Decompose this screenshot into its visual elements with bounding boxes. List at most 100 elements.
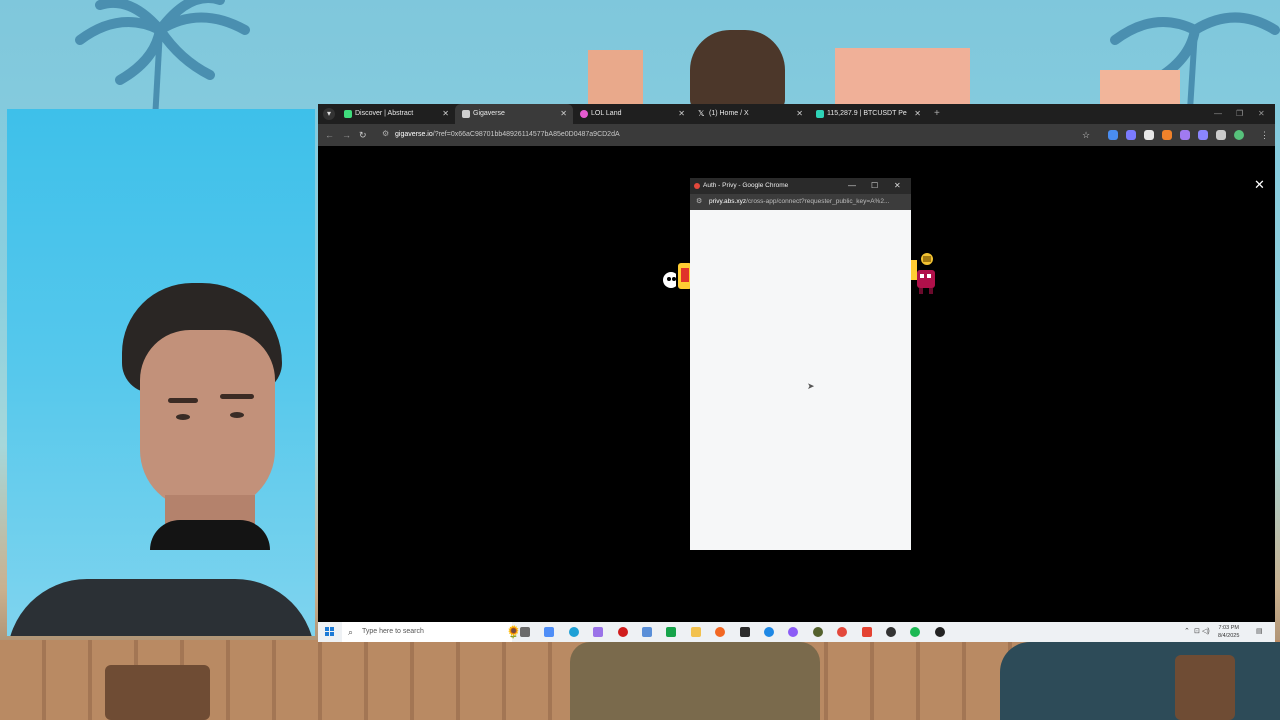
auth-popup-window: Auth - Privy - Google Chrome — ☐ ✕ ⚙ pri… <box>690 178 911 550</box>
todoist-icon[interactable] <box>861 627 872 637</box>
tab-close-icon[interactable]: ✕ <box>560 104 567 124</box>
tray-overflow-icon[interactable]: ⌃ <box>1184 622 1190 642</box>
popup-title: Auth - Privy - Google Chrome <box>703 182 789 189</box>
notifications-icon[interactable]: ▤ <box>1256 622 1263 642</box>
extensions-icon[interactable] <box>1216 130 1226 140</box>
tab-label: LOL Land <box>591 110 622 117</box>
popup-close-button[interactable]: ✕ <box>894 178 901 194</box>
mouse-cursor-icon: ➤ <box>807 381 815 391</box>
address-text: gigaverse.io/?ref=0x66aC98701bb489261145… <box>395 131 620 138</box>
lolland-favicon-icon <box>580 110 588 118</box>
photos-icon[interactable] <box>593 627 604 637</box>
translate-ext-icon[interactable] <box>1108 130 1118 140</box>
btc-favicon-icon <box>816 110 824 118</box>
popup-chrome-icon <box>694 183 700 189</box>
shield-ext-icon[interactable] <box>1180 130 1190 140</box>
popup-minimize-button[interactable]: — <box>848 178 856 194</box>
popup-title-bar: Auth - Privy - Google Chrome — ☐ ✕ <box>690 178 911 194</box>
tab-close-icon[interactable]: ✕ <box>914 104 921 124</box>
boat-decoration <box>1000 642 1280 720</box>
explorer-icon[interactable] <box>690 627 701 637</box>
firefox-icon[interactable] <box>715 627 726 637</box>
windows-logo-icon <box>330 632 334 636</box>
tab-lol-land[interactable]: LOL Land ✕ <box>573 104 691 124</box>
webcam-person-eye <box>230 412 244 418</box>
forward-icon[interactable]: → <box>342 128 351 142</box>
close-button[interactable]: ✕ <box>1258 104 1265 124</box>
tab-search-button[interactable]: ▾ <box>323 108 335 120</box>
puzzle-ext-icon[interactable] <box>1126 130 1136 140</box>
taskbar-clock[interactable]: 7:03 PM 8/4/2025 <box>1218 624 1239 640</box>
tab-close-icon[interactable]: ✕ <box>442 104 449 124</box>
menu-icon[interactable]: ⋮ <box>1260 128 1269 142</box>
minimize-button[interactable]: — <box>1214 104 1222 124</box>
github-icon[interactable] <box>934 627 945 637</box>
site-info-icon[interactable]: ⚙ <box>696 194 702 210</box>
start-button[interactable] <box>325 627 335 637</box>
background-character-head <box>690 30 785 110</box>
dock-post <box>105 665 210 720</box>
popup-maximize-button[interactable]: ☐ <box>871 178 878 194</box>
gigaverse-favicon-icon <box>462 110 470 118</box>
copilot-icon[interactable] <box>544 627 555 637</box>
rabby-ext-icon[interactable] <box>1198 130 1208 140</box>
xbox-icon[interactable] <box>666 627 677 637</box>
new-tab-button[interactable]: + <box>934 104 940 124</box>
back-icon[interactable]: ← <box>325 128 334 142</box>
windows-logo-icon <box>330 627 334 631</box>
popup-content <box>690 210 911 550</box>
spotify-icon[interactable] <box>910 627 921 637</box>
building-decoration <box>1100 70 1180 105</box>
tab-label: Gigaverse <box>473 110 505 117</box>
site-info-icon[interactable]: ⚙ <box>382 129 389 138</box>
webcam-person-hoodie <box>7 579 315 636</box>
edge-dev-icon[interactable] <box>764 627 774 637</box>
popup-url-text: privy.abs.xyz/cross-app/connect?requeste… <box>709 198 890 205</box>
tab-close-icon[interactable]: ✕ <box>678 104 685 124</box>
tab-home-x[interactable]: 𝕏 (1) Home / X ✕ <box>691 104 809 124</box>
webcam-person-shirt <box>150 520 270 550</box>
tab-close-icon[interactable]: ✕ <box>796 104 803 124</box>
windows-taskbar: ⌕ Type here to search 🌻 ⌃ ⊡ ◁) 7:03 PM 8… <box>318 622 1275 642</box>
volume-icon[interactable]: ◁) <box>1202 622 1210 642</box>
tab-label: Discover | Abstract <box>355 110 414 117</box>
calculator-icon[interactable] <box>642 627 652 637</box>
tab-label: 115,287.9 | BTCUSDT Perpetual <box>827 110 907 117</box>
windows-logo-icon <box>325 627 329 631</box>
brave-icon[interactable] <box>788 627 799 637</box>
bookmark-star-icon[interactable]: ☆ <box>1082 128 1090 142</box>
obs-icon[interactable] <box>886 627 896 637</box>
search-icon: ⌕ <box>348 627 354 637</box>
tab-discover-abstract[interactable]: Discover | Abstract ✕ <box>337 104 455 124</box>
background-character-legs <box>570 642 820 720</box>
sunflower-doodle-icon: 🌻 <box>506 625 521 639</box>
restore-button[interactable]: ❐ <box>1236 104 1243 124</box>
site-close-icon[interactable]: ✕ <box>1254 177 1265 193</box>
profile-icon[interactable] <box>1234 130 1244 140</box>
edge-icon[interactable] <box>568 627 579 637</box>
address-bar[interactable]: ⚙ gigaverse.io/?ref=0x66aC98701bb4892611… <box>380 128 1090 142</box>
tab-strip: ▾ Discover | Abstract ✕ Gigaverse ✕ LOL … <box>318 104 1275 124</box>
gigaverse-logo-art <box>663 261 693 291</box>
popup-address-bar[interactable]: ⚙ privy.abs.xyz/cross-app/connect?reques… <box>690 194 911 210</box>
bolt-ext-icon[interactable] <box>1144 130 1154 140</box>
record-icon[interactable] <box>617 627 628 637</box>
building-decoration <box>835 48 970 105</box>
windows-logo-icon <box>325 632 329 636</box>
tab-gigaverse[interactable]: Gigaverse ✕ <box>455 104 573 124</box>
webcam-person-eye <box>176 414 190 420</box>
task-view-icon[interactable] <box>520 627 530 637</box>
terminal-icon[interactable] <box>739 627 750 637</box>
chrome-icon[interactable] <box>837 627 848 637</box>
reload-icon[interactable]: ↻ <box>359 128 367 142</box>
fox-ext-icon[interactable] <box>1162 130 1172 140</box>
taskbar-search-box[interactable]: ⌕ Type here to search 🌻 <box>342 622 521 642</box>
clock-time: 7:03 PM <box>1218 625 1239 631</box>
search-placeholder: Type here to search <box>362 628 424 635</box>
clock-date: 8/4/2025 <box>1218 633 1240 639</box>
browser-toolbar: ← → ↻ ⚙ gigaverse.io/?ref=0x66aC98701bb4… <box>318 124 1275 146</box>
network-icon[interactable]: ⊡ <box>1194 622 1200 642</box>
tab-label: (1) Home / X <box>709 110 749 117</box>
tab-btcusdt[interactable]: 115,287.9 | BTCUSDT Perpetual ✕ <box>809 104 927 124</box>
game-icon[interactable] <box>812 627 823 637</box>
